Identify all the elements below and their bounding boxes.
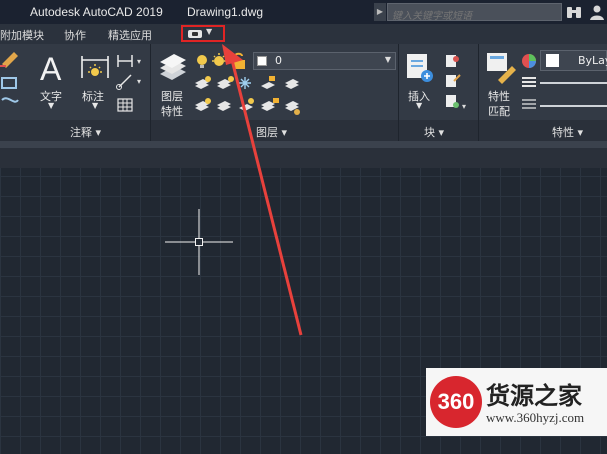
ribbon-divider	[0, 141, 607, 148]
tab-addons[interactable]: 附加模块	[0, 27, 44, 43]
insert-dropdown-icon[interactable]: ▼	[416, 101, 422, 110]
ribbon-separator	[478, 44, 479, 141]
watermark-logo: 360	[430, 376, 482, 428]
block-group-label[interactable]: 块 ▾	[424, 124, 444, 140]
user-icon[interactable]	[589, 4, 605, 20]
text-icon[interactable]: A	[38, 52, 68, 84]
match-properties-label[interactable]: 特性	[488, 88, 510, 104]
properties-group-label[interactable]: 特性 ▾	[552, 124, 583, 140]
binoculars-icon[interactable]	[566, 4, 582, 20]
tab-featured-apps[interactable]: 精选应用	[108, 27, 152, 43]
color-value: ByLayer	[578, 54, 607, 67]
insert-block-icon[interactable]	[403, 50, 437, 84]
dimension-dropdown-icon[interactable]: ▼	[92, 101, 98, 110]
layer-properties-icon[interactable]	[156, 50, 190, 84]
title-bar: Autodesk AutoCAD 2019 Drawing1.dwg ▶	[0, 0, 607, 25]
layer-properties-label[interactable]: 图层	[161, 88, 183, 104]
search-expand-icon[interactable]: ▶	[374, 3, 386, 21]
watermark: 360 货源之家 www.360hyzj.com	[426, 368, 607, 436]
layer-tools-grid-icon[interactable]	[193, 74, 311, 118]
linetype-preview	[540, 105, 607, 107]
ribbon-tab-bar: 附加模块 协作 精选应用	[0, 24, 607, 44]
lineweight-preview	[540, 82, 607, 84]
tab-collaborate[interactable]: 协作	[64, 27, 86, 43]
svg-text:▾: ▾	[137, 57, 141, 66]
chevron-down-icon: ▼	[206, 27, 213, 36]
annotate-small-tools-icon[interactable]: ▾ ▾	[115, 51, 147, 117]
layers-group-label[interactable]: 图层 ▾	[256, 124, 287, 140]
annotate-group-label[interactable]: 注释 ▾	[70, 124, 101, 140]
watermark-name: 货源之家	[486, 382, 582, 410]
property-row-icons[interactable]	[520, 52, 538, 116]
watermark-logo-text: 360	[437, 389, 475, 414]
file-tab-strip	[0, 148, 607, 168]
workspace-toggle-button[interactable]: ▼	[181, 25, 225, 42]
svg-text:A: A	[40, 52, 62, 84]
current-layer-value: 0	[275, 54, 282, 67]
match-properties-label-2[interactable]: 匹配	[488, 103, 510, 119]
lineweight-dropdown[interactable]	[540, 77, 607, 89]
watermark-url: www.360hyzj.com	[486, 410, 585, 425]
search-input[interactable]	[388, 8, 561, 25]
draw-tools-icon[interactable]	[0, 50, 20, 112]
ribbon-separator	[150, 44, 151, 141]
linetype-dropdown[interactable]	[540, 100, 607, 112]
crosshair-cursor-icon	[165, 209, 233, 275]
color-dropdown[interactable]: ByLayer	[540, 50, 607, 71]
color-swatch	[546, 54, 559, 67]
svg-text:▾: ▾	[462, 102, 466, 111]
layer-color-swatch	[257, 56, 267, 66]
text-dropdown-icon[interactable]: ▼	[48, 101, 54, 110]
chevron-down-icon: ▼	[384, 55, 391, 64]
search-box[interactable]	[387, 3, 562, 25]
layer-properties-label-2[interactable]: 特性	[161, 103, 183, 119]
match-properties-icon[interactable]	[484, 50, 518, 84]
dimension-icon[interactable]	[78, 52, 112, 84]
document-title: Drawing1.dwg	[187, 5, 264, 19]
minimize-ribbon-icon	[188, 30, 202, 38]
app-title: Autodesk AutoCAD 2019	[30, 5, 163, 19]
layer-state-icons[interactable]	[195, 52, 251, 70]
ribbon-separator	[398, 44, 399, 141]
block-small-tools-icon[interactable]: ▾	[442, 51, 474, 117]
svg-text:▾: ▾	[137, 77, 141, 86]
layer-dropdown[interactable]: 0 ▼	[253, 52, 396, 70]
